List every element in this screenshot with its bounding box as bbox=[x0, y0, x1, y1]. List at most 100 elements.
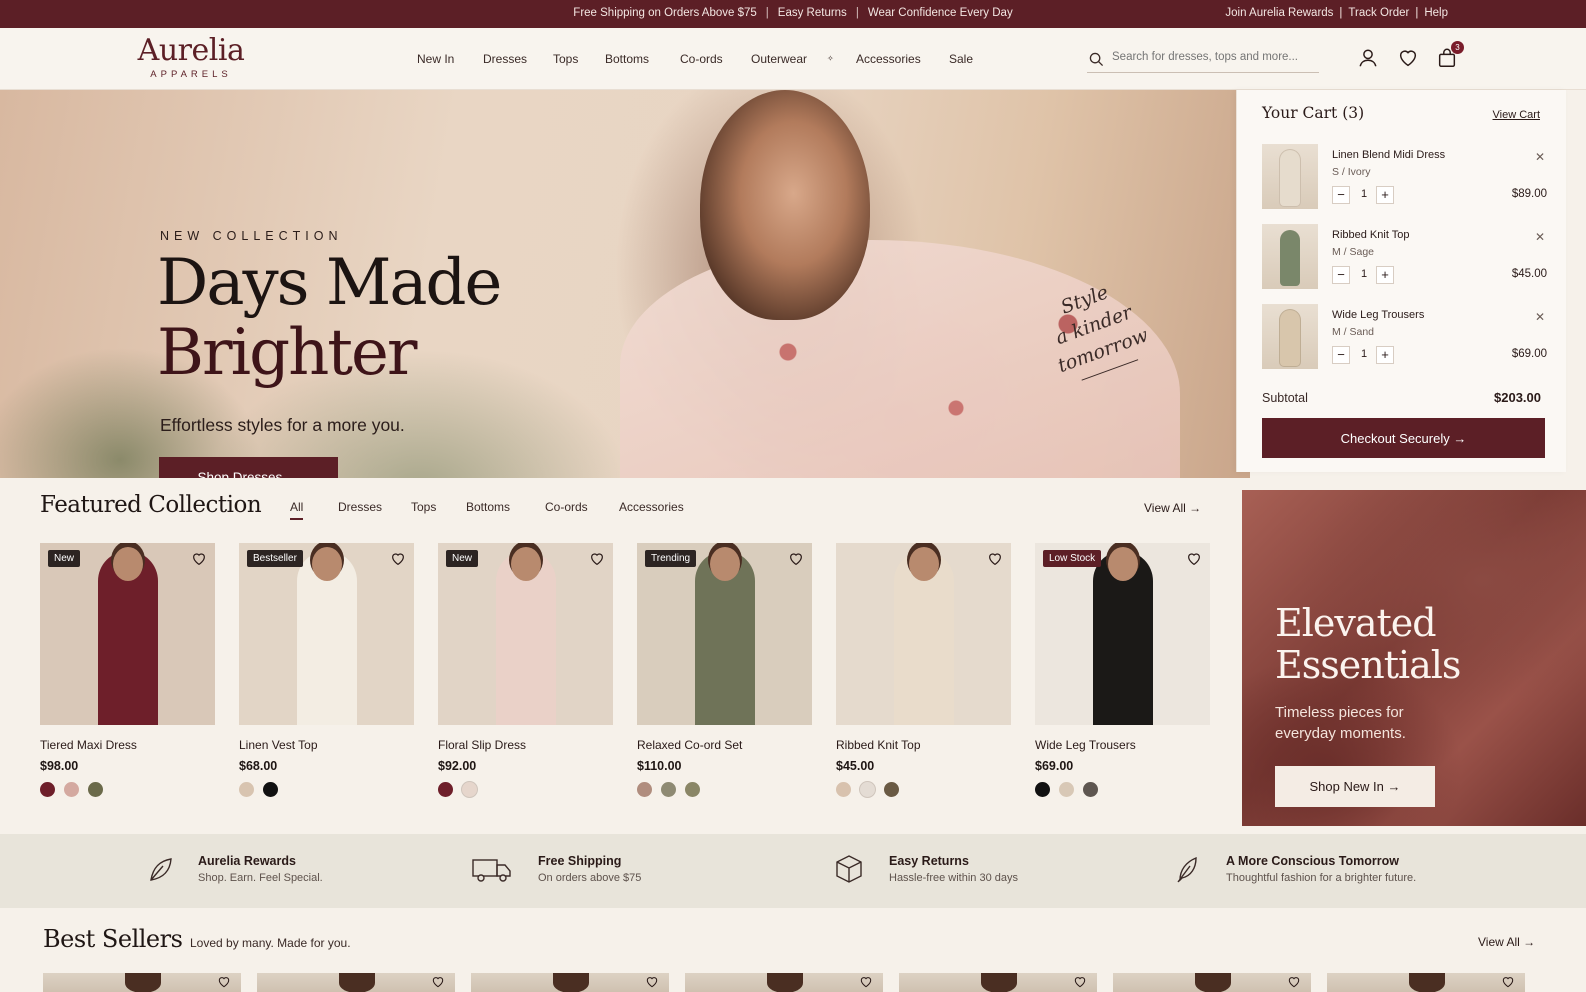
color-swatch[interactable] bbox=[462, 782, 477, 797]
wishlist-heart-icon[interactable] bbox=[431, 975, 445, 989]
track-order-link[interactable]: Track Order bbox=[1348, 7, 1409, 19]
product-card[interactable]: Bestseller Linen Vest Top $68.00 bbox=[239, 543, 414, 797]
help-link[interactable]: Help bbox=[1424, 7, 1448, 19]
color-swatch[interactable] bbox=[64, 782, 79, 797]
color-swatch[interactable] bbox=[836, 782, 851, 797]
wishlist-heart-icon[interactable] bbox=[859, 975, 873, 989]
color-swatch[interactable] bbox=[1035, 782, 1050, 797]
brand-logo[interactable]: Aurelia APPARELS bbox=[134, 34, 248, 81]
decrease-qty-button[interactable]: − bbox=[1332, 266, 1350, 284]
color-swatch[interactable] bbox=[884, 782, 899, 797]
wishlist-heart-icon[interactable] bbox=[589, 551, 605, 567]
nav-sale[interactable]: Sale bbox=[949, 52, 973, 66]
product-tag: Low Stock bbox=[1043, 550, 1102, 567]
search-icon[interactable] bbox=[1089, 52, 1104, 67]
product-image[interactable]: New bbox=[40, 543, 215, 725]
color-swatch[interactable] bbox=[1059, 782, 1074, 797]
product-image[interactable] bbox=[836, 543, 1011, 725]
announcement-confidence: Wear Confidence Every Day bbox=[867, 7, 1013, 19]
increase-qty-button[interactable]: + bbox=[1376, 186, 1394, 204]
wishlist-heart-icon[interactable] bbox=[788, 551, 804, 567]
wishlist-heart-icon[interactable] bbox=[1287, 975, 1301, 989]
product-image[interactable]: Low Stock bbox=[1035, 543, 1210, 725]
color-swatch[interactable] bbox=[438, 782, 453, 797]
product-name[interactable]: Wide Leg Trousers bbox=[1035, 738, 1210, 752]
product-name[interactable]: Linen Vest Top bbox=[239, 738, 414, 752]
product-name[interactable]: Tiered Maxi Dress bbox=[40, 738, 215, 752]
quantity-value: 1 bbox=[1360, 268, 1368, 280]
best-seller-card[interactable] bbox=[1327, 973, 1525, 992]
cart-title: Your Cart (3) bbox=[1262, 104, 1365, 122]
product-image[interactable]: Trending bbox=[637, 543, 812, 725]
decrease-qty-button[interactable]: − bbox=[1332, 346, 1350, 364]
view-cart-link[interactable]: View Cart bbox=[1493, 109, 1540, 121]
heart-icon[interactable] bbox=[1397, 47, 1421, 71]
product-image[interactable]: New bbox=[438, 543, 613, 725]
decrease-qty-button[interactable]: − bbox=[1332, 186, 1350, 204]
checkout-button[interactable]: Checkout Securely → bbox=[1262, 418, 1545, 458]
nav-outerwear[interactable]: Outerwear bbox=[751, 52, 807, 66]
tab-tops[interactable]: Tops bbox=[411, 500, 436, 514]
wishlist-heart-icon[interactable] bbox=[645, 975, 659, 989]
bag-icon[interactable]: 3 bbox=[1436, 41, 1464, 71]
remove-item-icon[interactable]: ✕ bbox=[1535, 230, 1545, 244]
color-swatch[interactable] bbox=[1083, 782, 1098, 797]
product-name[interactable]: Floral Slip Dress bbox=[438, 738, 613, 752]
color-swatch[interactable] bbox=[860, 782, 875, 797]
tab-accessories[interactable]: Accessories bbox=[619, 500, 684, 514]
color-swatch[interactable] bbox=[685, 782, 700, 797]
product-image[interactable]: Bestseller bbox=[239, 543, 414, 725]
color-swatch[interactable] bbox=[88, 782, 103, 797]
wishlist-heart-icon[interactable] bbox=[191, 551, 207, 567]
shop-new-in-button[interactable]: Shop New In → bbox=[1275, 766, 1435, 807]
wishlist-heart-icon[interactable] bbox=[1073, 975, 1087, 989]
product-name[interactable]: Relaxed Co-ord Set bbox=[637, 738, 812, 752]
best-seller-card[interactable] bbox=[43, 973, 241, 992]
best-seller-card[interactable] bbox=[1113, 973, 1311, 992]
color-swatch[interactable] bbox=[40, 782, 55, 797]
nav-co-ords[interactable]: Co-ords bbox=[680, 52, 723, 66]
remove-item-icon[interactable]: ✕ bbox=[1535, 150, 1545, 164]
nav-dresses[interactable]: Dresses bbox=[483, 52, 527, 66]
product-card[interactable]: New Floral Slip Dress $92.00 bbox=[438, 543, 613, 797]
product-card[interactable]: Low Stock Wide Leg Trousers $69.00 bbox=[1035, 543, 1210, 797]
product-tag: Trending bbox=[645, 550, 697, 567]
nav-accessories[interactable]: Accessories bbox=[856, 52, 921, 66]
wishlist-heart-icon[interactable] bbox=[390, 551, 406, 567]
best-seller-card[interactable] bbox=[685, 973, 883, 992]
color-swatch[interactable] bbox=[637, 782, 652, 797]
nav-tops[interactable]: Tops bbox=[553, 52, 578, 66]
box-icon bbox=[836, 855, 862, 883]
product-name[interactable]: Ribbed Knit Top bbox=[836, 738, 1011, 752]
nav-new-in[interactable]: New In bbox=[417, 52, 454, 66]
tab-dresses[interactable]: Dresses bbox=[338, 500, 382, 514]
wishlist-heart-icon[interactable] bbox=[1186, 551, 1202, 567]
benefit-title: Free Shipping bbox=[538, 854, 622, 868]
best-seller-card[interactable] bbox=[471, 973, 669, 992]
best-sellers-view-all-link[interactable]: View All → bbox=[1478, 935, 1535, 949]
nav-bottoms[interactable]: Bottoms bbox=[605, 52, 649, 66]
promo-title-line2: Essentials bbox=[1275, 643, 1461, 687]
tab-all[interactable]: All bbox=[290, 500, 304, 520]
rewards-link[interactable]: Join Aurelia Rewards bbox=[1225, 7, 1333, 19]
shop-dresses-button[interactable]: Shop Dresses → bbox=[159, 457, 338, 478]
search-input[interactable] bbox=[1112, 51, 1312, 63]
color-swatch[interactable] bbox=[661, 782, 676, 797]
product-card[interactable]: Ribbed Knit Top $45.00 bbox=[836, 543, 1011, 797]
product-card[interactable]: New Tiered Maxi Dress $98.00 bbox=[40, 543, 215, 797]
increase-qty-button[interactable]: + bbox=[1376, 266, 1394, 284]
increase-qty-button[interactable]: + bbox=[1376, 346, 1394, 364]
product-card[interactable]: Trending Relaxed Co-ord Set $110.00 bbox=[637, 543, 812, 797]
user-icon[interactable] bbox=[1357, 47, 1381, 71]
wishlist-heart-icon[interactable] bbox=[987, 551, 1003, 567]
remove-item-icon[interactable]: ✕ bbox=[1535, 310, 1545, 324]
wishlist-heart-icon[interactable] bbox=[217, 975, 231, 989]
color-swatch[interactable] bbox=[263, 782, 278, 797]
best-seller-card[interactable] bbox=[899, 973, 1097, 992]
color-swatch[interactable] bbox=[239, 782, 254, 797]
tab-co-ords[interactable]: Co-ords bbox=[545, 500, 588, 514]
tab-bottoms[interactable]: Bottoms bbox=[466, 500, 510, 514]
wishlist-heart-icon[interactable] bbox=[1501, 975, 1515, 989]
best-seller-card[interactable] bbox=[257, 973, 455, 992]
featured-view-all-link[interactable]: View All → bbox=[1144, 501, 1201, 515]
